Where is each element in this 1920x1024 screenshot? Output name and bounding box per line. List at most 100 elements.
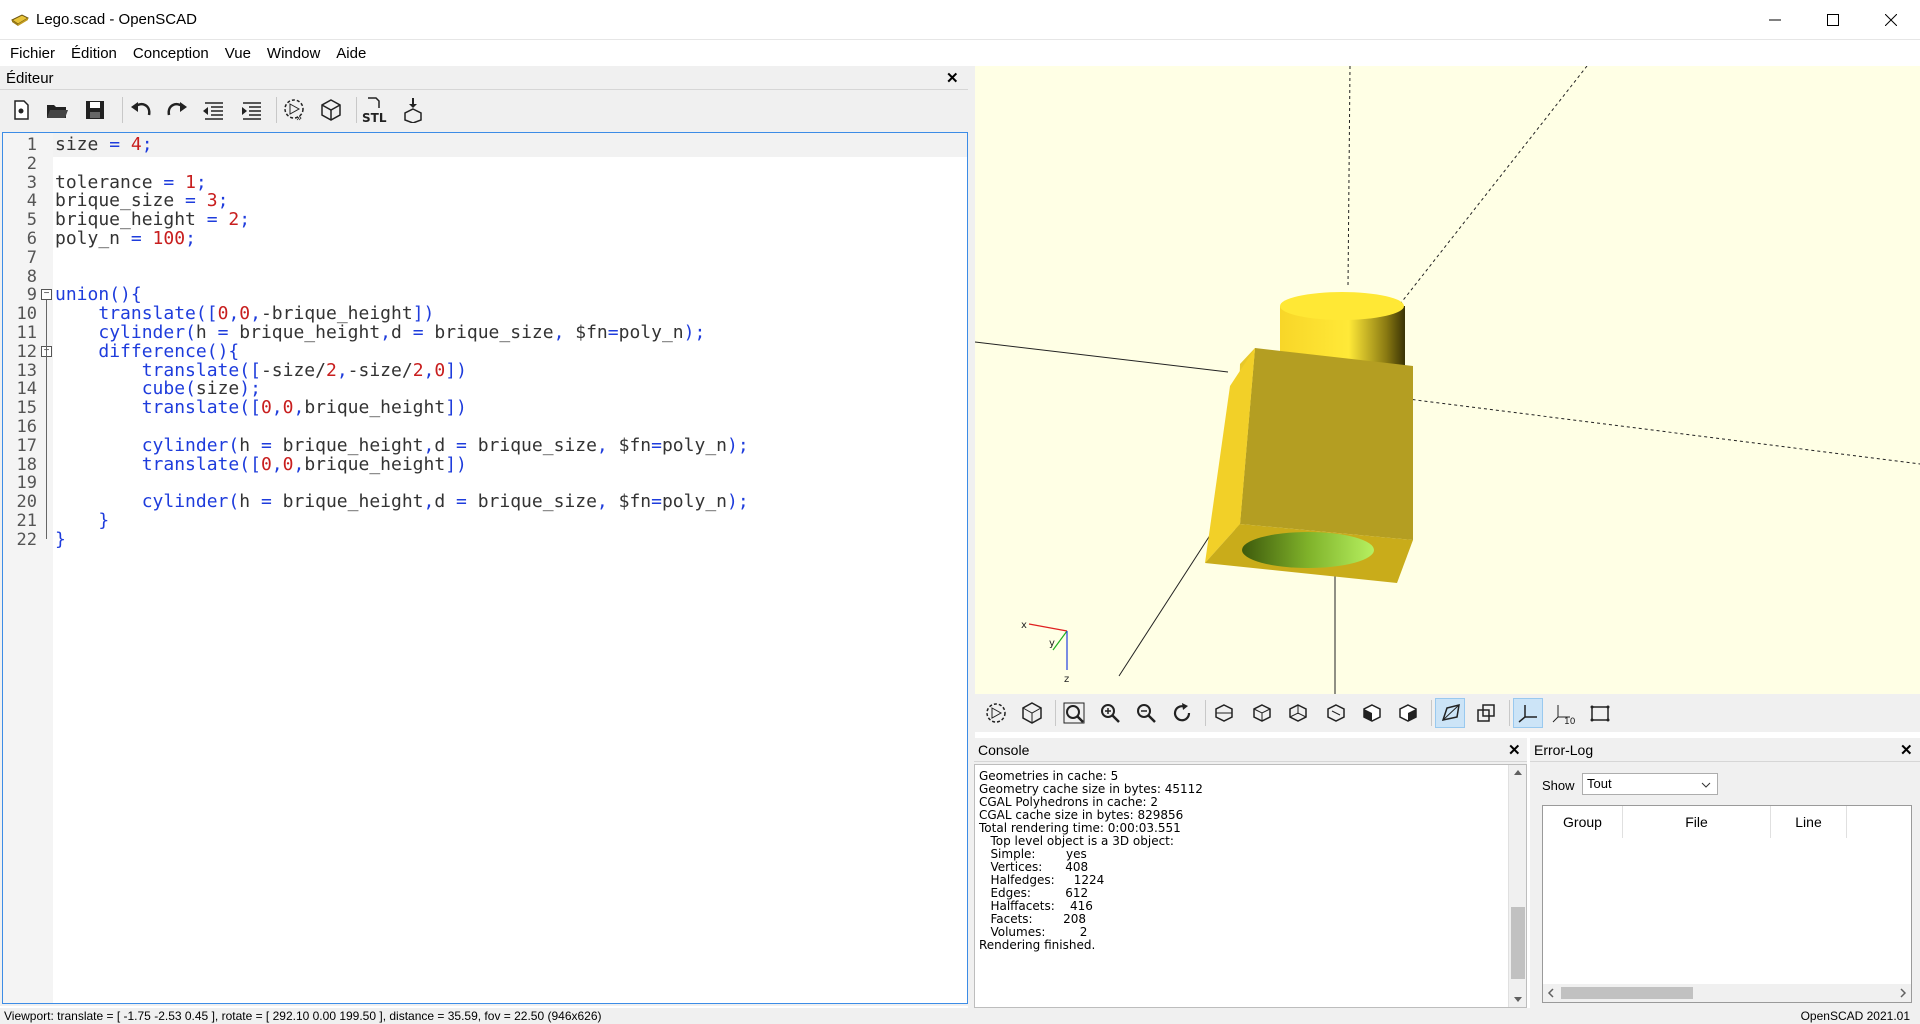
open-file-button[interactable] <box>42 95 72 125</box>
send-to-print-button[interactable] <box>398 95 428 125</box>
menu-window[interactable]: Window <box>259 45 328 62</box>
console-line: Facets: 208 <box>979 912 1086 926</box>
scale-markers-icon: 10 <box>1552 705 1576 724</box>
cube-front-face <box>1240 348 1413 540</box>
error-log-table[interactable]: Group File Line <box>1542 805 1912 1003</box>
code-line[interactable]: translate([0,0,brique_height]) <box>55 397 467 418</box>
view-preview-button[interactable] <box>981 698 1011 728</box>
minimize-button[interactable] <box>1746 0 1804 40</box>
console-line: Simple: yes <box>979 847 1087 861</box>
scroll-right-icon <box>1900 988 1907 998</box>
console-scroll-thumb[interactable] <box>1511 907 1525 979</box>
svg-text:10: 10 <box>1564 717 1576 724</box>
line-number: 18 <box>16 454 37 475</box>
save-button[interactable] <box>80 95 110 125</box>
error-log-close-button[interactable]: ✕ <box>1900 741 1913 759</box>
maximize-button[interactable] <box>1804 0 1862 40</box>
menu-view[interactable]: Vue <box>217 45 259 62</box>
console-line: Edges: 612 <box>979 886 1089 900</box>
editor-panel: Éditeur ✕ » STL 1 2 3 4 5 6 7 8 9 10 11 … <box>0 66 968 1006</box>
line-number: 20 <box>16 492 37 513</box>
show-scale-button[interactable]: 10 <box>1549 698 1579 728</box>
undo-button[interactable] <box>126 95 156 125</box>
new-file-button[interactable] <box>6 95 36 125</box>
code-line[interactable]: poly_n = 100; <box>55 228 196 249</box>
line-number: 14 <box>16 379 37 400</box>
fold-guide <box>46 356 47 520</box>
console-line: Volumes: 2 <box>979 925 1088 939</box>
show-filter-label: Show <box>1542 778 1575 793</box>
redo-button[interactable] <box>162 95 192 125</box>
console-panel: Console ✕ Geometries in cache: 5 Geometry… <box>974 738 1527 1008</box>
console-line: CGAL Polyhedrons in cache: 2 <box>979 795 1159 809</box>
x-axis-line <box>975 341 1229 373</box>
code-line[interactable]: translate([0,0,brique_height]) <box>55 454 467 475</box>
view-render-button[interactable] <box>1017 698 1047 728</box>
column-header-line[interactable]: Line <box>1771 806 1847 838</box>
view-all-button[interactable] <box>1059 698 1089 728</box>
3d-scene: x y z <box>975 66 1920 694</box>
line-number: 17 <box>16 435 37 456</box>
menu-help[interactable]: Aide <box>328 45 374 62</box>
indent-icon <box>242 102 261 120</box>
new-file-icon <box>14 100 29 120</box>
view-front-button[interactable] <box>1357 698 1387 728</box>
show-axes-button[interactable] <box>1513 698 1543 728</box>
toolbar-separator <box>1055 700 1056 726</box>
zoom-in-button[interactable] <box>1095 698 1125 728</box>
line-number: 7 <box>26 247 37 268</box>
toolbar-separator <box>1509 700 1510 726</box>
export-stl-button[interactable]: STL <box>360 95 390 125</box>
close-window-button[interactable] <box>1862 0 1920 40</box>
console-close-button[interactable]: ✕ <box>1508 741 1521 759</box>
view-back-button[interactable] <box>1393 698 1423 728</box>
z-axis-dashed <box>1347 66 1351 287</box>
editor-close-button[interactable]: ✕ <box>946 69 959 87</box>
perspective-button[interactable] <box>1435 698 1465 728</box>
show-edges-button[interactable] <box>1585 698 1615 728</box>
code-line[interactable]: size = 4; <box>55 134 153 155</box>
indent-button[interactable] <box>236 95 266 125</box>
redo-icon <box>167 102 187 116</box>
column-header-group[interactable]: Group <box>1543 806 1623 838</box>
menu-edit[interactable]: Édition <box>63 45 125 62</box>
show-filter-select[interactable]: Tout <box>1582 773 1718 795</box>
column-header-file[interactable]: File <box>1623 806 1771 838</box>
line-number: 15 <box>16 398 37 419</box>
3d-viewport[interactable]: x y z <box>975 66 1920 694</box>
view-bottom-icon <box>1289 704 1307 722</box>
console-line: Total rendering time: 0:00:03.551 <box>979 821 1181 835</box>
scroll-left-icon <box>1547 988 1554 998</box>
version-label: OpenSCAD 2021.01 <box>1800 1009 1910 1023</box>
line-number: 4 <box>26 191 37 212</box>
menu-design[interactable]: Conception <box>125 45 217 62</box>
view-left-button[interactable] <box>1321 698 1351 728</box>
line-number-gutter: 1 2 3 4 5 6 7 8 9 10 11 12 13 14 15 16 17 18 19 20 21 22 <box>3 133 53 1003</box>
zoom-in-icon <box>1101 704 1120 723</box>
view-top-button[interactable] <box>1247 698 1277 728</box>
view-bottom-button[interactable] <box>1283 698 1313 728</box>
zoom-out-button[interactable] <box>1131 698 1161 728</box>
console-line: CGAL cache size in bytes: 829856 <box>979 808 1184 822</box>
reset-view-button[interactable] <box>1167 698 1197 728</box>
line-number: 13 <box>16 360 37 381</box>
console-scrollbar[interactable] <box>1508 765 1526 1007</box>
error-log-horizontal-scrollbar[interactable] <box>1543 984 1911 1002</box>
console-title: Console <box>978 742 1030 758</box>
minimize-icon <box>1769 19 1781 21</box>
console-line: Top level object is a 3D object: <box>979 834 1174 848</box>
view-right-button[interactable] <box>1209 698 1239 728</box>
menu-file[interactable]: Fichier <box>2 45 63 62</box>
orthogonal-button[interactable] <box>1471 698 1501 728</box>
horizontal-scrollbar-graphic <box>1547 987 1907 999</box>
code-editor[interactable]: 1 2 3 4 5 6 7 8 9 10 11 12 13 14 15 16 17 18 19 20 21 22 size… <box>2 132 968 1004</box>
preview-button[interactable]: » <box>280 95 310 125</box>
fold-marker[interactable]: − <box>41 289 52 301</box>
render-button[interactable] <box>316 95 346 125</box>
code-line[interactable]: } <box>55 529 66 550</box>
view-back-icon <box>1399 704 1417 722</box>
unindent-button[interactable] <box>198 95 228 125</box>
console-output[interactable]: Geometries in cache: 5 Geometry cache siz… <box>974 764 1527 1008</box>
error-log-scroll-thumb[interactable] <box>1561 987 1693 999</box>
code-line[interactable]: cylinder(h = brique_height,d = brique_si… <box>55 491 749 512</box>
